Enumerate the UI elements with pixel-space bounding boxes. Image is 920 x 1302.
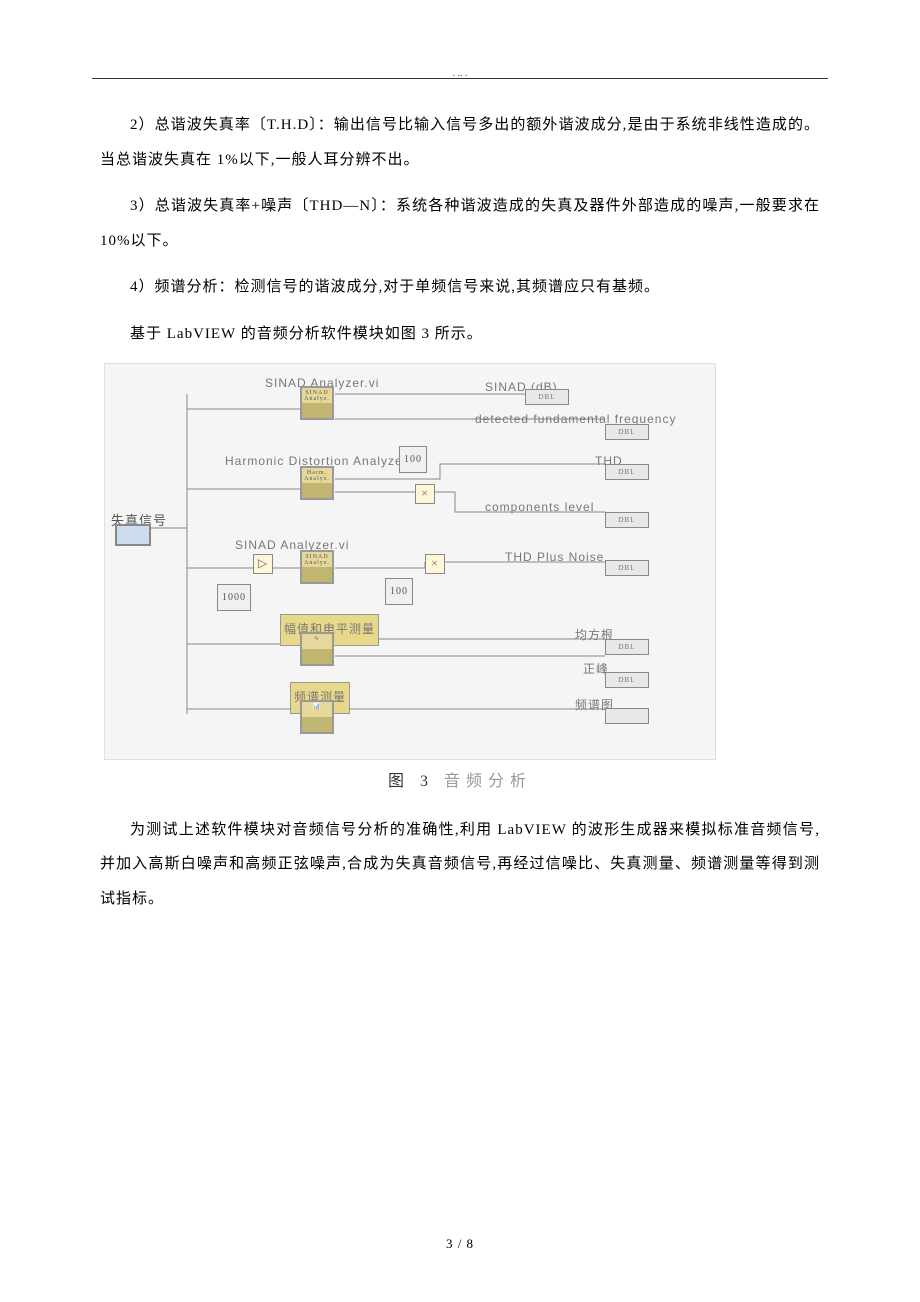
spectrum-plot-indicator [605,708,649,724]
page-content: 2）总谐波失真率〔T.H.D〕：输出信号比输入信号多出的额外谐波成分,是由于系统… [100,108,820,928]
rms-indicator: DBL [605,639,649,655]
figure-3-container: 失真信号 SINAD Analyzer.vi SINADAnalyz. SINA… [100,363,820,801]
caption-suffix: 音频分析 [444,773,532,790]
sinad1-vi-icon: SINADAnalyz. [300,386,334,420]
pos-peak-indicator: DBL [605,672,649,688]
amp-level-vi-icon: ∿ [300,632,334,666]
paragraph-test: 为测试上述软件模块对音频信号分析的准确性,利用 LabVIEW 的波形生成器来模… [100,813,820,917]
detected-freq-indicator: DBL [605,424,649,440]
hda-const-100: 100 [399,446,427,473]
page-number: 3 / 8 [0,1236,920,1252]
thd-noise-label: THD Plus Noise [505,544,604,572]
caption-prefix: 图 3 [388,773,434,790]
multiply-icon-pre: ▷ [253,554,273,574]
thd-noise-indicator: DBL [605,560,649,576]
paragraph-labview-intro: 基于 LabVIEW 的音频分析软件模块如图 3 所示。 [100,317,820,352]
spectrum-vi-icon: 📊 [300,700,334,734]
sinad2-const-100: 100 [385,578,413,605]
comp-level-indicator: DBL [605,512,649,528]
labview-diagram: 失真信号 SINAD Analyzer.vi SINADAnalyz. SINA… [104,363,716,760]
multiply-icon-1: × [415,484,435,504]
sinad2-const-1000: 1000 [217,584,251,611]
header-line [92,78,828,79]
input-terminal-icon [115,524,151,546]
paragraph-4: 4）频谱分析：检测信号的谐波成分,对于单频信号来说,其频谱应只有基频。 [100,270,820,305]
multiply-icon-2: × [425,554,445,574]
comp-level-label: components level [485,494,594,522]
sinad-db-indicator: DBL [525,389,569,405]
paragraph-3: 3）总谐波失真率+噪声〔THD—N〕：系统各种谐波造成的失真及器件外部造成的噪声… [100,189,820,258]
hda-vi-icon: Harm.Analyz. [300,466,334,500]
sinad2-vi-icon: SINADAnalyz. [300,550,334,584]
thd-indicator: DBL [605,464,649,480]
paragraph-2: 2）总谐波失真率〔T.H.D〕：输出信号比输入信号多出的额外谐波成分,是由于系统… [100,108,820,177]
figure-3-caption: 图 3 音频分析 [100,764,820,801]
